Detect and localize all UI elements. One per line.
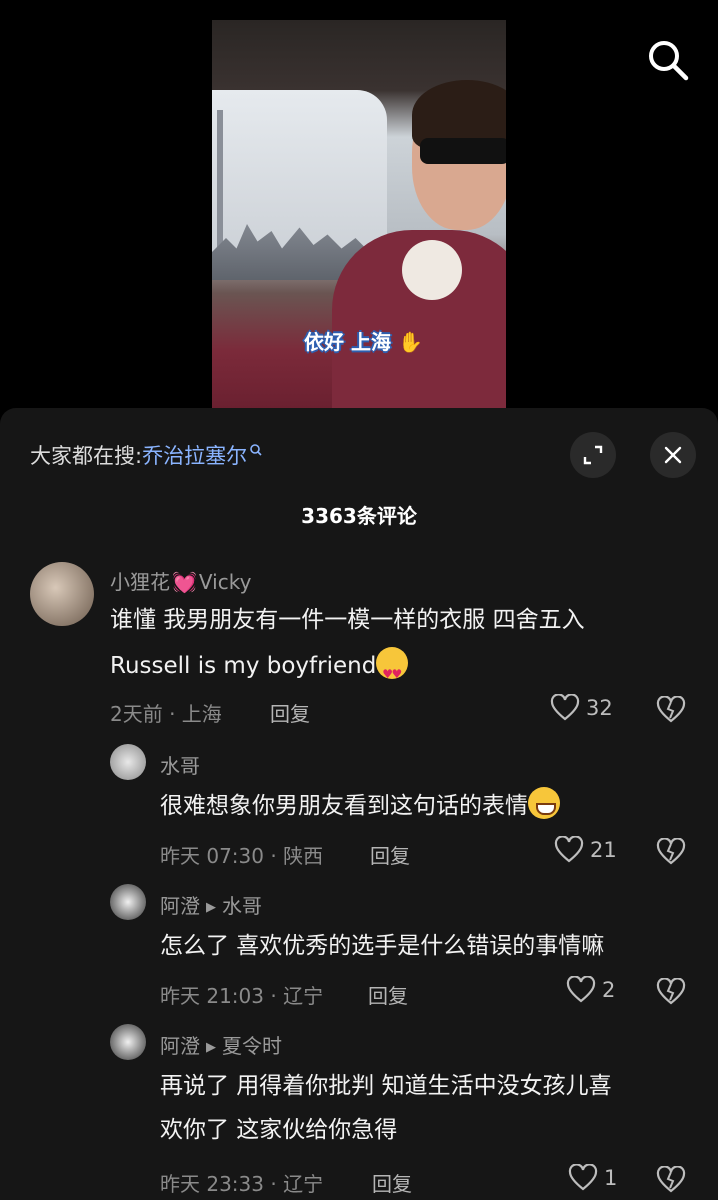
like-button[interactable]: 1 xyxy=(568,1164,617,1192)
reply-item: 阿澄 ▶ 水哥 怎么了 喜欢优秀的选手是什么错误的事情嘛 昨天 21:03 · 辽宁… xyxy=(0,884,718,1008)
reply-button[interactable]: 回复 xyxy=(368,980,408,1009)
search-icon xyxy=(649,41,689,81)
dislike-button[interactable] xyxy=(656,977,686,1006)
comment-text: 再说了 用得着你批判 知道生活中没女孩儿喜 xyxy=(160,1073,612,1099)
comment-meta: 昨天 21:03 · 辽宁 xyxy=(160,984,324,1008)
dislike-button[interactable] xyxy=(656,695,686,724)
broken-heart-icon xyxy=(656,1165,686,1193)
person xyxy=(332,80,506,410)
reply-item: 水哥 很难想象你男朋友看到这句话的表情 昨天 07:30 · 陕西 回复 21 xyxy=(0,744,718,868)
like-count: 1 xyxy=(604,1166,618,1190)
avatar[interactable] xyxy=(110,744,146,780)
like-count: 2 xyxy=(602,978,616,1002)
reply-arrow-icon: ▶ xyxy=(206,900,216,915)
broken-heart-icon xyxy=(656,977,686,1005)
comment-item: 小狸花 💓 Vicky 谁懂 我男朋友有一件一模一样的衣服 四舍五入 Russell… xyxy=(0,558,718,728)
comment-text-line2: Russell is my boyfriend xyxy=(110,644,409,696)
search-small-icon xyxy=(249,440,263,464)
trending-search[interactable]: 大家都在搜:乔治拉塞尔 xyxy=(30,440,263,470)
like-button[interactable]: 32 xyxy=(550,694,613,722)
dislike-button[interactable] xyxy=(656,837,686,866)
reply-to-username[interactable]: 水哥 xyxy=(222,894,262,918)
comments-sheet: 大家都在搜:乔治拉塞尔 3363条评论 小狸花 💓 Vicky 谁懂 我男朋友有一件… xyxy=(0,408,718,1200)
avatar[interactable] xyxy=(110,1024,146,1060)
username-part: 阿澄 xyxy=(160,1034,200,1058)
username-part: Vicky xyxy=(198,570,252,594)
avatar[interactable] xyxy=(30,562,94,626)
heart-outline-icon xyxy=(566,976,596,1003)
avatar[interactable] xyxy=(110,884,146,920)
broken-heart-icon xyxy=(656,695,686,723)
expand-button[interactable] xyxy=(570,432,616,478)
expand-icon xyxy=(583,445,603,465)
video-caption-text: 依好 上海 xyxy=(304,330,391,354)
close-button[interactable] xyxy=(650,432,696,478)
trending-search-prefix: 大家都在搜: xyxy=(30,444,143,468)
comment-text: 怎么了 喜欢优秀的选手是什么错误的事情嘛 xyxy=(160,933,605,959)
username-part: 小狸花 xyxy=(110,570,170,594)
reply-item: 阿澄 ▶ 夏令时 再说了 用得着你批判 知道生活中没女孩儿喜 欢你了 这家伙给你急得… xyxy=(0,1024,718,1200)
waving-hand-icon: ✋ xyxy=(397,330,423,354)
heart-outline-icon xyxy=(568,1164,598,1191)
dislike-button[interactable] xyxy=(656,1165,686,1194)
comment-text-segment: Russell is my boyfriend xyxy=(110,653,377,679)
heart-outline-icon xyxy=(550,694,580,721)
search-button[interactable] xyxy=(644,36,692,84)
comment-meta: 2天前 · 上海 xyxy=(110,702,222,726)
comment-text: 谁懂 我男朋友有一件一模一样的衣服 四舍五入 xyxy=(110,607,585,633)
reply-button[interactable]: 回复 xyxy=(372,1168,412,1197)
broken-heart-icon xyxy=(656,837,686,865)
comment-count: 3363条评论 xyxy=(301,504,417,528)
trending-search-term[interactable]: 乔治拉塞尔 xyxy=(142,444,247,468)
comment-username[interactable]: 水哥 xyxy=(160,750,200,779)
grinning-emoji-icon xyxy=(528,787,560,819)
like-button[interactable]: 21 xyxy=(554,836,617,864)
sunglasses xyxy=(420,138,506,164)
video-caption: 依好 上海 ✋ xyxy=(304,326,423,355)
reply-to-username[interactable]: 夏令时 xyxy=(222,1034,282,1058)
username-part: 阿澄 xyxy=(160,894,200,918)
comment-text: 很难想象你男朋友看到这句话的表情 xyxy=(160,784,560,828)
like-count: 21 xyxy=(590,838,617,862)
reply-button[interactable]: 回复 xyxy=(270,698,310,727)
comment-username[interactable]: 阿澄 ▶ 水哥 xyxy=(160,890,262,919)
like-button[interactable]: 2 xyxy=(566,976,615,1004)
heart-eyes-emoji-icon xyxy=(376,647,409,696)
reply-button[interactable]: 回复 xyxy=(370,840,410,869)
like-count: 32 xyxy=(586,696,613,720)
collar xyxy=(402,240,462,300)
tv-tower xyxy=(217,110,223,260)
reply-arrow-icon: ▶ xyxy=(206,1040,216,1055)
close-icon xyxy=(664,446,682,464)
comment-text-line2: 欢你了 这家伙给你急得 xyxy=(160,1117,398,1143)
comment-text-segment: 很难想象你男朋友看到这句话的表情 xyxy=(160,793,528,819)
comment-username[interactable]: 小狸花 💓 Vicky xyxy=(110,566,251,595)
heart-emoji-icon: 💓 xyxy=(172,570,197,594)
heart-outline-icon xyxy=(554,836,584,863)
video-player[interactable]: 依好 上海 ✋ xyxy=(212,20,506,410)
comment-meta: 昨天 23:33 · 辽宁 xyxy=(160,1172,324,1196)
comment-meta: 昨天 07:30 · 陕西 xyxy=(160,844,324,868)
comment-username[interactable]: 阿澄 ▶ 夏令时 xyxy=(160,1030,282,1059)
